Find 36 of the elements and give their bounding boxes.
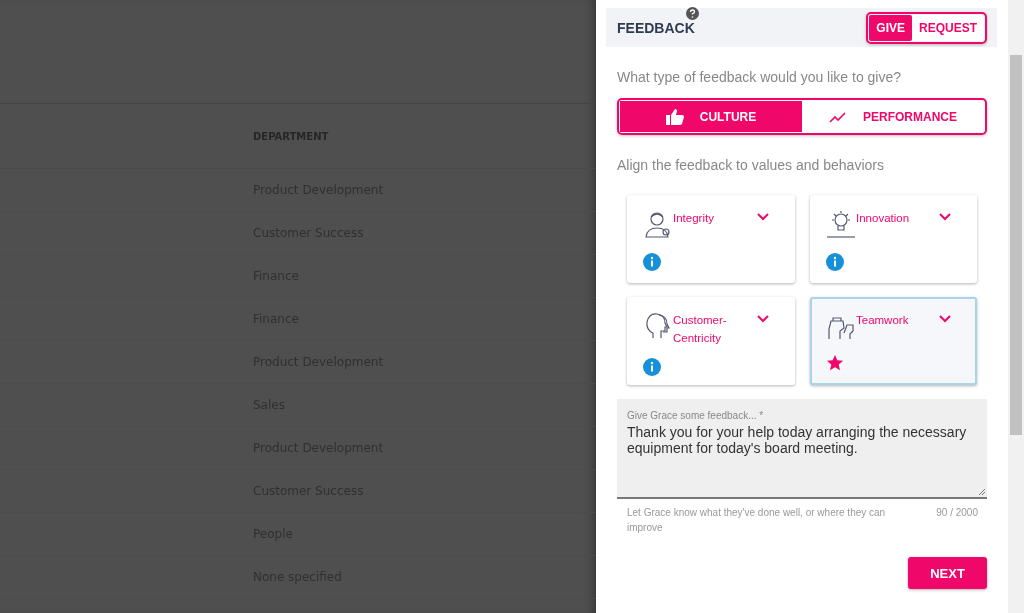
panel-title: FEEDBACK: [617, 19, 695, 36]
value-card[interactable]: Customer-Centricity: [627, 297, 795, 385]
value-label: Integrity: [673, 211, 715, 226]
resize-grip-icon[interactable]: [978, 488, 986, 496]
lightbulb-icon: [826, 209, 856, 239]
help-icon[interactable]: [686, 7, 699, 20]
prompt-text: Align the feedback to values and behaviors: [617, 157, 885, 173]
trend-line-icon: [829, 110, 847, 123]
head-profile-icon: [643, 311, 673, 341]
chevron-down-icon[interactable]: [939, 213, 951, 221]
info-icon[interactable]: [643, 358, 661, 376]
hint-text: Let Grace know what they've done well, or where they can improve: [627, 506, 887, 535]
value-label: Teamwork: [856, 313, 910, 328]
scrollbar-thumb[interactable]: [1010, 55, 1022, 435]
value-card[interactable]: Innovation: [810, 195, 977, 283]
value-card[interactable]: Teamwork: [810, 297, 977, 385]
chevron-down-icon[interactable]: [939, 315, 951, 323]
character-counter: 90 / 2000: [936, 506, 978, 520]
chevron-down-icon[interactable]: [757, 315, 769, 323]
value-card[interactable]: Integrity: [627, 195, 795, 283]
field-value: Thank you for your help today arranging the necessary equipment for today's board meeting.: [627, 424, 968, 456]
star-icon: [826, 354, 844, 372]
info-icon[interactable]: [826, 253, 844, 271]
thumbs-up-icon: [665, 108, 684, 125]
field-label: Give Grace some feedback... *: [627, 410, 764, 421]
next-button[interactable]: NEXT: [908, 557, 987, 589]
type-tab[interactable]: CULTURE: [620, 101, 802, 132]
value-label: Innovation: [856, 211, 911, 226]
question-text: What type of feedback would you like to give?: [617, 69, 903, 85]
person-icon: [643, 209, 673, 239]
value-label: Customer-Centricity: [673, 313, 728, 346]
feedback-field[interactable]: Give Grace some feedback... * Thank you for your help today arranging the necessary equipment for today's board meeting.: [617, 399, 987, 499]
mode-tab[interactable]: REQUEST: [912, 14, 984, 41]
info-icon[interactable]: [643, 253, 661, 271]
chevron-down-icon[interactable]: [757, 213, 769, 221]
mode-tab[interactable]: GIVE: [869, 14, 912, 41]
